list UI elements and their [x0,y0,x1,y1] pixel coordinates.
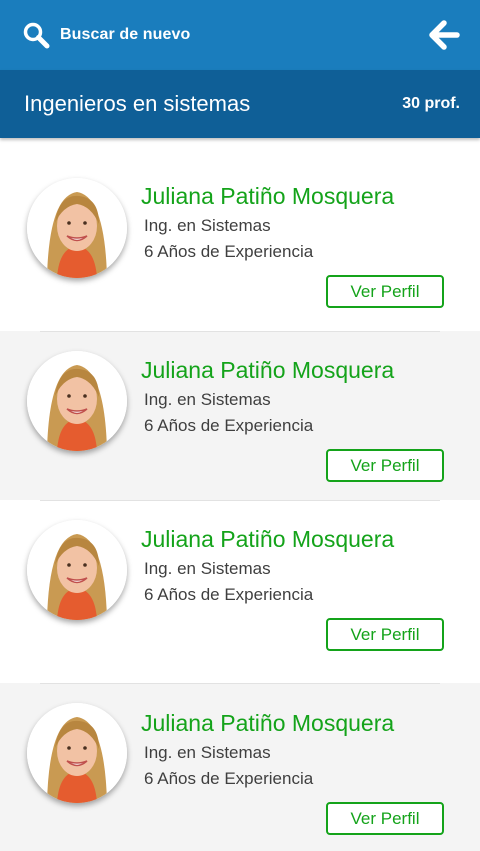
search-again-button[interactable]: Buscar de nuevo [22,21,190,49]
professional-card: Juliana Patiño Mosquera Ing. en Sistemas… [0,138,480,331]
professional-experience: 6 Años de Experiencia [144,769,314,788]
professional-name: Juliana Patiño Mosquera [141,183,395,209]
professional-experience: 6 Años de Experiencia [144,585,314,604]
professional-experience: 6 Años de Experiencia [144,416,314,435]
professional-title: Ing. en Sistemas [144,216,271,235]
view-profile-button[interactable]: Ver Perfil [326,449,444,482]
arrow-left-icon[interactable] [428,19,460,51]
professional-experience: 6 Años de Experiencia [144,242,314,261]
top-bar: Buscar de nuevo [0,0,480,70]
professional-title: Ing. en Sistemas [144,390,271,409]
avatar [27,703,127,803]
professional-card: Juliana Patiño Mosquera Ing. en Sistemas… [0,331,480,500]
search-icon [22,21,50,49]
professional-name: Juliana Patiño Mosquera [141,526,395,552]
avatar [27,178,127,278]
view-profile-button[interactable]: Ver Perfil [326,618,444,651]
results-count: 30 prof. [402,95,460,112]
professional-card: Juliana Patiño Mosquera Ing. en Sistemas… [0,683,480,851]
professional-card: Juliana Patiño Mosquera Ing. en Sistemas… [0,500,480,683]
divider [40,500,440,501]
divider [40,331,440,332]
professional-title: Ing. en Sistemas [144,559,271,578]
view-profile-button[interactable]: Ver Perfil [326,275,444,308]
avatar [27,520,127,620]
professional-name: Juliana Patiño Mosquera [141,710,395,736]
search-again-label: Buscar de nuevo [60,26,191,43]
results-header: Ingenieros en sistemas 30 prof. [0,70,480,138]
divider [40,683,440,684]
page-title: Ingenieros en sistemas [24,91,251,116]
view-profile-button[interactable]: Ver Perfil [326,802,444,835]
professional-name: Juliana Patiño Mosquera [141,357,395,383]
professional-title: Ing. en Sistemas [144,743,271,762]
avatar [27,351,127,451]
